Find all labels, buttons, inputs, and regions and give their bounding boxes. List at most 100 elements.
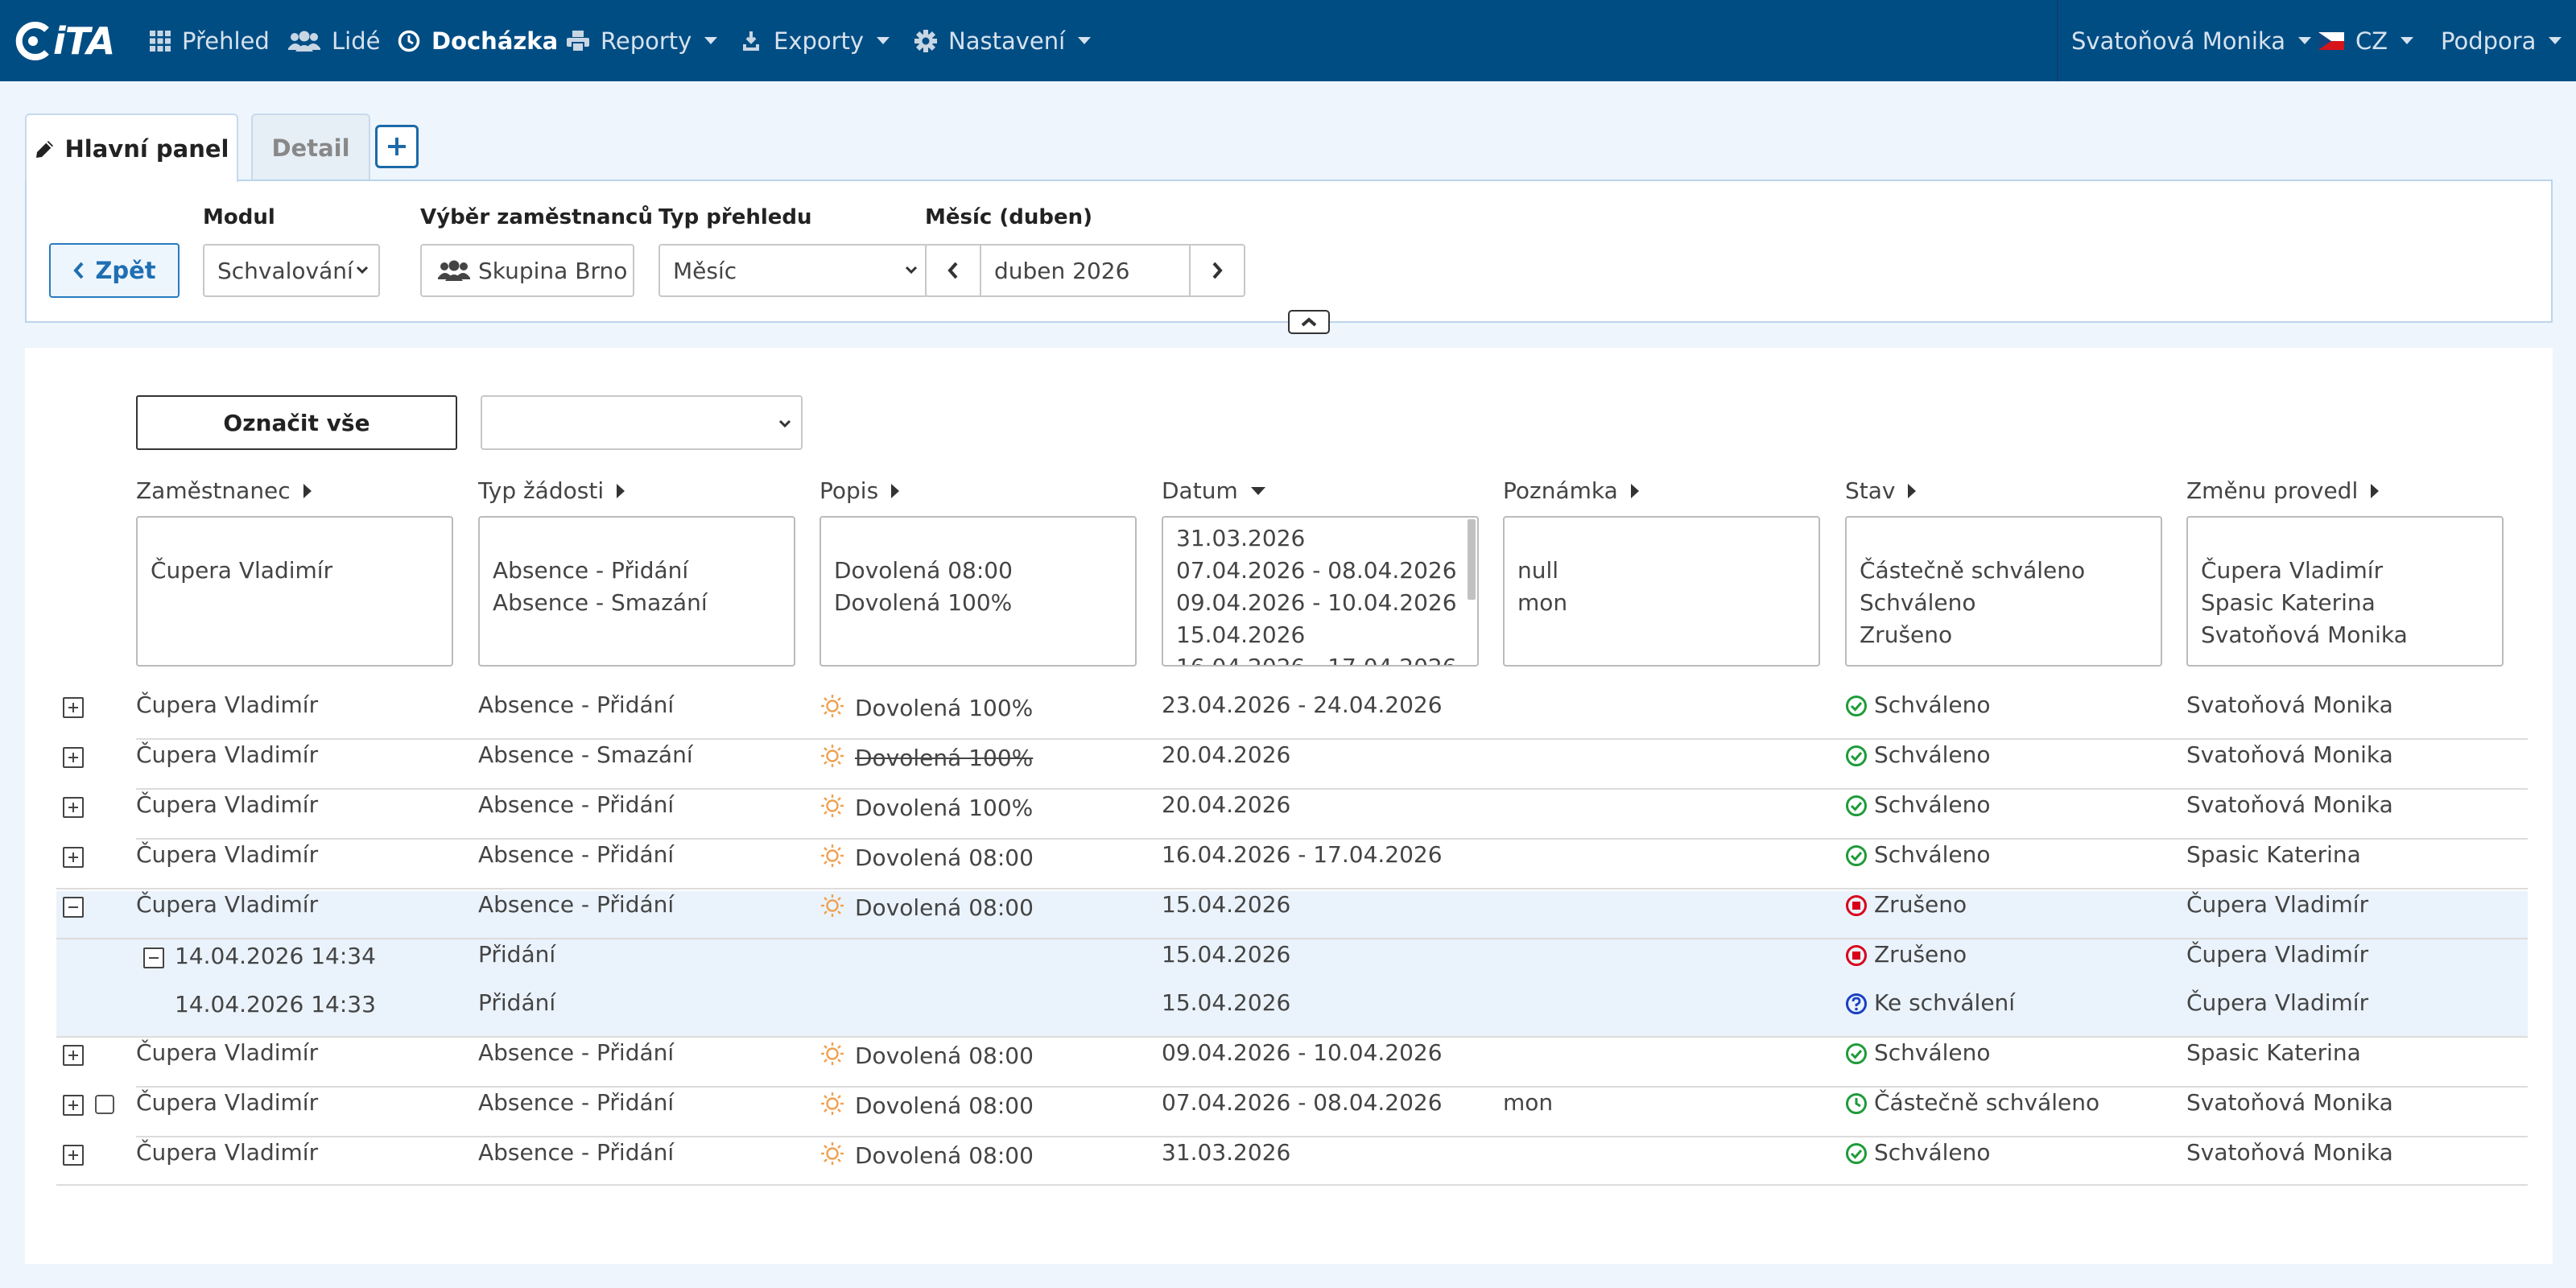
filter-option[interactable]: Svatoňová Monika — [2201, 619, 2489, 651]
filter-option[interactable]: 16.04.2026 - 17.04.2026 — [1176, 651, 1464, 665]
chevron-down-icon — [778, 419, 791, 428]
nav-nastaveni[interactable]: Nastavení — [914, 0, 1092, 81]
nav-label: Lidé — [332, 27, 381, 55]
request-type-filter-list[interactable]: Absence - Přidání Absence - Smazání — [478, 516, 795, 667]
filter-option[interactable]: null — [1517, 555, 1806, 587]
filter-option[interactable]: 15.04.2026 — [1176, 619, 1464, 651]
column-header-description[interactable]: Popis — [819, 477, 900, 504]
cell-date: 16.04.2026 - 17.04.2026 — [1162, 841, 1443, 868]
cancelled-icon — [1846, 895, 1867, 916]
employees-button[interactable]: Skupina Brno — [420, 244, 634, 297]
note-filter-list[interactable]: null mon — [1503, 516, 1820, 667]
filter-option[interactable]: Dovolená 100% — [834, 587, 1122, 619]
table-row[interactable]: Čupera Vladimír Absence - Přidání Dovole… — [55, 682, 2528, 732]
month-input[interactable]: duben 2026 — [980, 244, 1191, 297]
table-row[interactable]: Čupera Vladimír Absence - Přidání Dovole… — [55, 1080, 2528, 1129]
filter-option[interactable]: Schváleno — [1860, 587, 2148, 619]
nav-label: Exporty — [774, 27, 865, 55]
filter-option[interactable]: 07.04.2026 - 08.04.2026 — [1176, 555, 1464, 587]
history-row[interactable]: 14.04.2026 14:34 Přidání 15.04.2026 Zruš… — [55, 931, 2528, 981]
cell-employee: Čupera Vladimír — [136, 741, 319, 768]
header-label: Zaměstnanec — [136, 477, 291, 504]
filter-option[interactable]: Absence - Přidání — [493, 555, 781, 587]
cell-request-type: Absence - Smazání — [478, 741, 693, 768]
language-menu[interactable]: CZ — [2318, 0, 2414, 81]
export-icon — [740, 30, 762, 52]
cell-employee: Čupera Vladimír — [136, 791, 319, 818]
nav-dochazka[interactable]: Docházka — [398, 0, 558, 81]
bulk-action-select[interactable] — [481, 395, 803, 450]
employee-filter-list[interactable]: Čupera Vladimír — [136, 516, 453, 667]
date-filter-list[interactable]: 31.03.2026 07.04.2026 - 08.04.2026 09.04… — [1162, 516, 1479, 667]
add-tab-button[interactable] — [375, 125, 419, 168]
filter-option[interactable]: 31.03.2026 — [1176, 522, 1464, 555]
approved-icon — [1846, 795, 1867, 816]
back-button[interactable]: Zpět — [49, 243, 180, 298]
support-menu[interactable]: Podpora — [2441, 0, 2562, 81]
sun-vacation-icon — [819, 1041, 845, 1067]
tab-detail[interactable]: Detail — [251, 114, 370, 180]
chevron-left-icon — [947, 262, 958, 279]
brand-logo[interactable]: iTA — [14, 19, 115, 63]
employees-label: Výběr zaměstnanců — [420, 205, 653, 229]
table-row[interactable]: Čupera Vladimír Absence - Přidání Dovole… — [55, 1030, 2528, 1080]
history-row[interactable]: 14.04.2026 14:33 Přidání 15.04.2026 Ke s… — [55, 980, 2528, 1030]
filter-option[interactable]: Čupera Vladimír — [2201, 555, 2489, 587]
column-header-note[interactable]: Poznámka — [1503, 477, 1639, 504]
nav-exporty[interactable]: Exporty — [740, 0, 890, 81]
scrollbar[interactable] — [1468, 519, 1476, 600]
table-row[interactable]: Čupera Vladimír Absence - Přidání Dovole… — [55, 832, 2528, 881]
cell-status: Schváleno — [1845, 1129, 2167, 1179]
cell-date: 15.04.2026 — [1162, 891, 1291, 918]
column-header-date[interactable]: Datum — [1162, 477, 1265, 504]
tab-main-panel[interactable]: Hlavní panel — [25, 114, 238, 182]
select-all-button[interactable]: Označit vše — [136, 395, 457, 450]
cell-description: Dovolená 100% — [819, 782, 1141, 832]
header-label: Typ žádosti — [478, 477, 605, 504]
table-row[interactable]: Čupera Vladimír Absence - Přidání Dovole… — [55, 1129, 2528, 1179]
filter-option[interactable]: Částečně schváleno — [1860, 555, 2148, 587]
status-filter-list[interactable]: Částečně schváleno Schváleno Zrušeno — [1845, 516, 2162, 667]
column-header-request-type[interactable]: Typ žádosti — [478, 477, 625, 504]
filter-option[interactable]: mon — [1517, 587, 1806, 619]
cell-note: mon — [1503, 1089, 1554, 1116]
nav-divider — [2057, 0, 2058, 81]
description-filter-list[interactable]: Dovolená 08:00 Dovolená 100% — [819, 516, 1137, 667]
cell-changed-by: Čupera Vladimír — [2186, 941, 2369, 968]
cell-status: Schváleno — [1845, 732, 2167, 782]
user-menu[interactable]: Svatoňová Monika — [2071, 0, 2311, 81]
header-label: Datum — [1162, 477, 1238, 504]
column-header-changed-by[interactable]: Změnu provedl — [2186, 477, 2380, 504]
filter-option[interactable]: Čupera Vladimír — [151, 555, 439, 587]
table-row[interactable]: Čupera Vladimír Absence - Smazání Dovole… — [55, 732, 2528, 782]
column-header-status[interactable]: Stav — [1845, 477, 1917, 504]
table-row[interactable]: Čupera Vladimír Absence - Přidání Dovole… — [55, 782, 2528, 832]
cell-status: Ke schválení — [1845, 980, 2167, 1030]
next-month-button[interactable] — [1189, 244, 1245, 297]
module-select[interactable]: Schvalování — [203, 244, 380, 297]
collapse-filter-button[interactable] — [1288, 310, 1330, 334]
view-type-select[interactable]: Měsíc — [658, 244, 929, 297]
changed-by-filter-list[interactable]: Čupera Vladimír Spasic Katerina Svatoňov… — [2186, 516, 2504, 667]
chevron-up-icon — [1301, 317, 1317, 327]
prev-month-button[interactable] — [925, 244, 981, 297]
nav-lide[interactable]: Lidé — [288, 0, 380, 81]
filter-option[interactable]: Dovolená 08:00 — [834, 555, 1122, 587]
table-row-expanded[interactable]: Čupera Vladimír Absence - Přidání Dovole… — [55, 881, 2528, 931]
cell-employee: Čupera Vladimír — [136, 1039, 319, 1066]
cell-description: Dovolená 100% — [819, 682, 1141, 732]
chevron-down-icon — [356, 266, 369, 275]
filter-option[interactable]: 09.04.2026 - 10.04.2026 — [1176, 587, 1464, 619]
printer-icon — [567, 30, 589, 52]
back-label: Zpět — [95, 257, 156, 284]
nav-reporty[interactable]: Reporty — [567, 0, 718, 81]
cell-request-type: Přidání — [478, 941, 556, 968]
header-label: Popis — [819, 477, 879, 504]
filter-option[interactable]: Zrušeno — [1860, 619, 2148, 651]
column-header-employee[interactable]: Zaměstnanec — [136, 477, 312, 504]
filter-option[interactable]: Absence - Smazání — [493, 587, 781, 619]
cell-timestamp: 14.04.2026 14:34 — [175, 943, 376, 969]
filter-option[interactable]: Spasic Katerina — [2201, 587, 2489, 619]
user-name: Svatoňová Monika — [2071, 27, 2285, 55]
nav-prehled[interactable]: Přehled — [150, 0, 270, 81]
